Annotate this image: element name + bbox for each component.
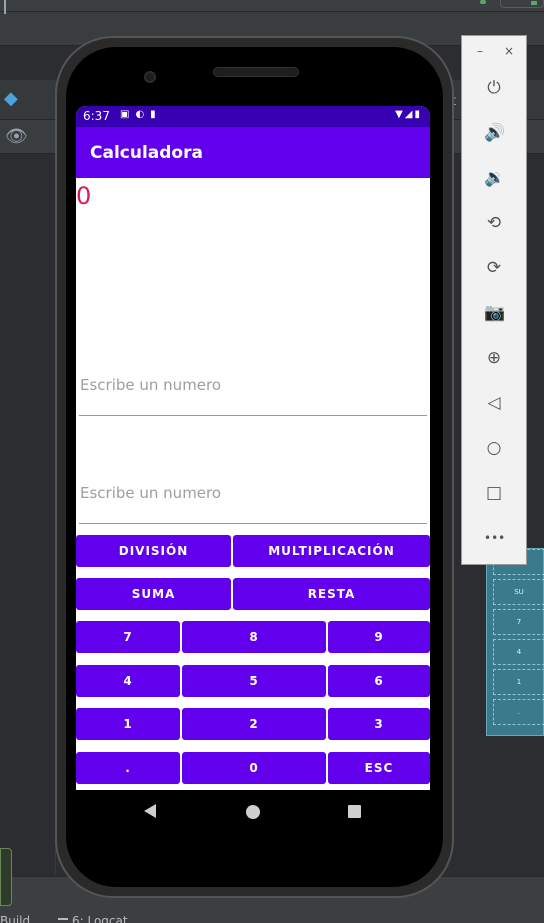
layout-blueprint-preview[interactable]: DIVI SU 7 4 1 . [486, 548, 544, 736]
back-icon[interactable]: ◁ [484, 393, 504, 413]
digit-5-button[interactable]: 5 [182, 665, 326, 697]
front-camera-icon [144, 71, 156, 83]
division-button[interactable]: DIVISIÓN [76, 535, 231, 567]
layers-icon[interactable]: ◆ [4, 90, 18, 108]
build-tab[interactable]: Build [0, 914, 30, 923]
logcat-tab[interactable]: 6: Logcat [58, 914, 128, 923]
notification-icons: ▣◐▮ [120, 109, 162, 120]
emulator-toolbar: – × ⏻ 🔊 🔉 ⟲ ⟳ 📷 ⊕ ◁ ○ □ ••• [461, 35, 527, 565]
rotate-right-icon[interactable]: ⟳ [484, 258, 504, 278]
nav-back-icon[interactable] [144, 804, 156, 818]
preview-cell: SU [493, 579, 544, 605]
result-display: 0 [76, 182, 92, 210]
addition-button[interactable]: SUMA [76, 578, 231, 610]
camera-icon[interactable]: 📷 [484, 303, 505, 323]
decimal-point-button[interactable]: . [76, 752, 180, 784]
digit-6-button[interactable]: 6 [328, 665, 430, 697]
ide-left-gutter [0, 154, 56, 874]
volume-up-icon[interactable]: 🔊 [484, 123, 505, 143]
number-input-2-placeholder: Escribe un numero [80, 484, 222, 502]
preview-cell: 1 [493, 669, 544, 695]
eye-icon[interactable]: 👁 [5, 128, 28, 146]
signal-battery-icons: ▼◢▮ [395, 109, 422, 120]
ide-corner-button[interactable] [500, 0, 544, 8]
status-time: 6:37 [83, 109, 110, 123]
overview-icon[interactable]: □ [484, 483, 504, 503]
digit-8-button[interactable]: 8 [182, 621, 326, 653]
emulator-window-controls: – × [462, 44, 526, 60]
rotate-left-icon[interactable]: ⟲ [484, 213, 504, 233]
digit-2-button[interactable]: 2 [182, 708, 326, 740]
volume-down-icon[interactable]: 🔉 [484, 168, 505, 188]
number-input-2[interactable]: Escribe un numero [79, 484, 427, 524]
logcat-tab-label: 6: Logcat [72, 914, 128, 923]
preview-cell: 7 [493, 609, 544, 635]
earpiece-speaker [213, 67, 299, 77]
close-icon[interactable]: × [504, 44, 514, 58]
power-icon[interactable]: ⏻ [484, 78, 504, 98]
digit-7-button[interactable]: 7 [76, 621, 180, 653]
nav-home-icon[interactable] [246, 805, 260, 819]
digit-9-button[interactable]: 9 [328, 621, 430, 653]
android-nav-bar [76, 790, 430, 836]
number-input-1-placeholder: Escribe un numero [80, 376, 222, 394]
minimize-icon[interactable]: – [477, 44, 483, 58]
logcat-icon [58, 917, 68, 923]
app-title: Calculadora [90, 143, 203, 163]
subtraction-button[interactable]: RESTA [233, 578, 430, 610]
number-input-1[interactable]: Escribe un numero [79, 376, 427, 416]
escape-button[interactable]: ESC [328, 752, 430, 784]
preview-cell: 4 [493, 639, 544, 665]
home-icon[interactable]: ○ [484, 438, 504, 458]
digit-3-button[interactable]: 3 [328, 708, 430, 740]
status-bar: 6:37 ▣◐▮ ▼◢▮ [76, 106, 430, 127]
preview-cell: . [493, 699, 544, 725]
ide-side-handle[interactable] [0, 848, 12, 906]
digit-0-button[interactable]: 0 [182, 752, 326, 784]
digit-1-button[interactable]: 1 [76, 708, 180, 740]
digit-4-button[interactable]: 4 [76, 665, 180, 697]
ide-title-strip [0, 0, 544, 12]
nav-recents-icon[interactable] [348, 805, 361, 818]
device-screen: 6:37 ▣◐▮ ▼◢▮ Calculadora 0 Escribe un nu… [76, 106, 430, 790]
app-bar: Calculadora [76, 127, 430, 178]
more-icon[interactable]: ••• [484, 528, 505, 548]
ide-status-dot [480, 0, 486, 4]
zoom-icon[interactable]: ⊕ [484, 348, 504, 368]
multiplication-button[interactable]: MULTIPLICACIÓN [233, 535, 430, 567]
